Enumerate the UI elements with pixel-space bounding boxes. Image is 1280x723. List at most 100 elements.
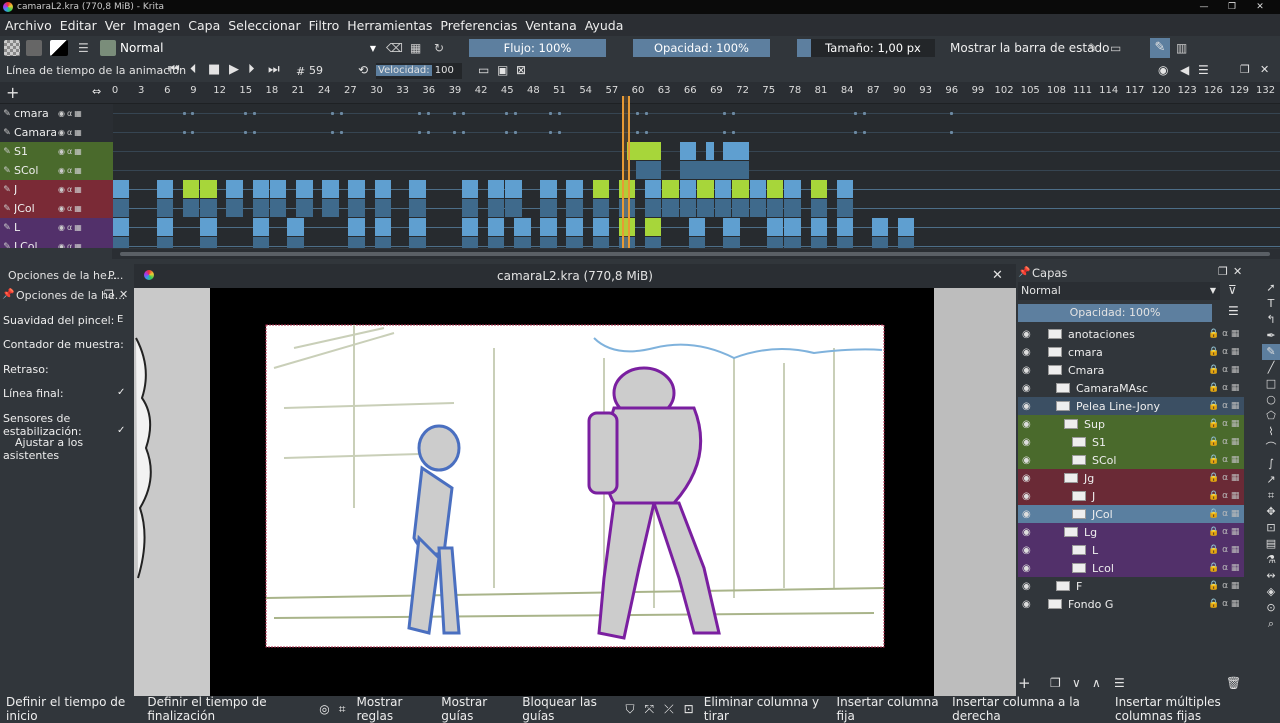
- loop-icon[interactable]: ⟲: [358, 63, 368, 77]
- tool-option-row[interactable]: Suavidad del pincel: E: [3, 314, 131, 327]
- alpha-lock-icon[interactable]: α: [67, 128, 72, 137]
- keyframe[interactable]: [679, 180, 697, 198]
- show-guides-button[interactable]: Mostrar guías: [441, 695, 510, 723]
- alpha-lock-icon[interactable]: α: [67, 242, 72, 248]
- snap-ortho-icon[interactable]: ⤧: [644, 702, 654, 717]
- timeline-scroll-thumb[interactable]: [120, 252, 1270, 256]
- keyframe[interactable]: [409, 237, 426, 248]
- menu-capa[interactable]: Capa: [188, 18, 220, 33]
- timeline-layer-row[interactable]: ✎ SCol ◉ α ▦: [0, 161, 113, 180]
- minimize-button[interactable]: —: [1190, 0, 1218, 14]
- keyframe[interactable]: [348, 218, 365, 236]
- playhead[interactable]: [622, 96, 630, 248]
- move-tool-icon[interactable]: ✥: [1262, 504, 1280, 520]
- keyframe[interactable]: [409, 218, 426, 236]
- visibility-icon[interactable]: ◉: [1022, 527, 1031, 538]
- close-window-button[interactable]: ✕: [1246, 0, 1274, 14]
- alpha-lock-icon[interactable]: α: [67, 204, 72, 213]
- visibility-icon[interactable]: ◉: [1022, 347, 1031, 358]
- keyframe[interactable]: [409, 180, 426, 198]
- keyframe[interactable]: [296, 199, 313, 217]
- pin-icon[interactable]: ✎: [0, 128, 14, 138]
- keyframe[interactable]: [487, 218, 505, 236]
- brush-mode-icon[interactable]: ✎: [1150, 38, 1170, 58]
- close-layers-icon[interactable]: ✕: [1233, 265, 1242, 278]
- layer-lock-alpha-icons[interactable]: 🔒 α ▦: [1208, 563, 1239, 573]
- onion-settings-icon[interactable]: ▣: [497, 63, 508, 77]
- snap-bbox-icon[interactable]: ⊡: [684, 702, 694, 716]
- tool-option-row[interactable]: Ajustar a los asistentes: [3, 436, 131, 462]
- visibility-icon[interactable]: ◉: [1022, 365, 1031, 376]
- visibility-icon[interactable]: ◉: [1022, 455, 1031, 466]
- keyframe[interactable]: [269, 199, 287, 217]
- layer-row[interactable]: ◉ S1 🔒 α ▦: [1018, 433, 1244, 451]
- onion-icon[interactable]: ▦: [74, 166, 82, 175]
- layer-properties-icon[interactable]: ☰: [1114, 676, 1125, 690]
- keyframe[interactable]: [200, 218, 217, 236]
- insert-multiple-hold-columns-button[interactable]: Insertar múltiples columnas fijas: [1115, 695, 1280, 723]
- keyframe[interactable]: [226, 199, 243, 217]
- close-icon[interactable]: ✕: [119, 288, 128, 301]
- volume-icon[interactable]: ◀: [1180, 63, 1189, 77]
- keyframe[interactable]: [156, 199, 174, 217]
- timeline-frames-grid[interactable]: [113, 104, 1280, 248]
- float-panel-icon[interactable]: ❐: [1240, 63, 1250, 76]
- pin-icon[interactable]: ✎: [0, 147, 14, 157]
- alpha-lock-icon[interactable]: α: [67, 223, 72, 232]
- menu-ventana[interactable]: Ventana: [525, 18, 576, 33]
- layer-row[interactable]: ◉ Sup 🔒 α ▦: [1018, 415, 1244, 433]
- keyframe[interactable]: [322, 180, 339, 198]
- dynamic-brush-icon[interactable]: ↗: [1262, 472, 1280, 488]
- menu-ver[interactable]: Ver: [105, 18, 125, 33]
- visibility-icon[interactable]: ◉: [58, 185, 65, 194]
- layer-lock-alpha-icons[interactable]: 🔒 α ▦: [1208, 383, 1239, 393]
- eraser-icon[interactable]: ⌫: [386, 40, 403, 56]
- keyframe[interactable]: [871, 218, 889, 236]
- keyframe[interactable]: [374, 218, 392, 236]
- keyframe[interactable]: [540, 199, 557, 217]
- visibility-icon[interactable]: ◉: [1022, 473, 1031, 484]
- artwork-canvas[interactable]: [134, 288, 1016, 696]
- keyframe[interactable]: [348, 237, 365, 248]
- keyframe[interactable]: [784, 218, 801, 236]
- keyframe[interactable]: [836, 199, 854, 217]
- rectangle-tool-icon[interactable]: □: [1262, 376, 1280, 392]
- keyframe[interactable]: [409, 199, 426, 217]
- keyframe[interactable]: [461, 199, 479, 217]
- size-slider[interactable]: Tamaño: 1,00 px: [811, 39, 935, 57]
- delete-layer-icon[interactable]: 🗑: [1226, 676, 1241, 690]
- keyframe[interactable]: [487, 237, 505, 248]
- onion-icon[interactable]: ▦: [74, 204, 82, 213]
- menu-seleccionar[interactable]: Seleccionar: [228, 18, 300, 33]
- keyframe[interactable]: [723, 218, 740, 236]
- visibility-icon[interactable]: ◉: [58, 242, 65, 248]
- onion-skin-icon[interactable]: ▭: [478, 63, 489, 77]
- keyframe[interactable]: [723, 142, 749, 160]
- keyframe[interactable]: [705, 142, 714, 160]
- visibility-icon[interactable]: ◉: [58, 109, 65, 118]
- edit-icon[interactable]: ✎: [1088, 40, 1098, 56]
- layer-opacity-slider[interactable]: Opacidad: 100%: [1018, 304, 1212, 322]
- keyframe[interactable]: [810, 180, 828, 198]
- layer-lock-alpha-icons[interactable]: 🔒 α ▦: [1208, 581, 1239, 591]
- keyframe[interactable]: [636, 161, 662, 179]
- keyframe[interactable]: [200, 180, 217, 198]
- visibility-icon[interactable]: ◉: [58, 147, 65, 156]
- keyframe[interactable]: [836, 180, 854, 198]
- layer-lock-alpha-icons[interactable]: 🔒 α ▦: [1208, 491, 1239, 501]
- show-rulers-button[interactable]: Mostrar reglas: [357, 695, 430, 723]
- keyframe[interactable]: [897, 237, 915, 248]
- layer-lock-alpha-icons[interactable]: 🔒 α ▦: [1208, 419, 1239, 429]
- keyframe[interactable]: [662, 199, 679, 217]
- keyframe[interactable]: [287, 237, 304, 248]
- tool-option-row[interactable]: Línea final: ✓: [3, 387, 131, 400]
- ellipse-tool-icon[interactable]: ○: [1262, 392, 1280, 408]
- alpha-lock-icon[interactable]: α: [67, 185, 72, 194]
- layer-row[interactable]: ◉ Fondo G 🔒 α ▦: [1018, 595, 1244, 613]
- layer-row[interactable]: ◉ Cmara 🔒 α ▦: [1018, 361, 1244, 379]
- pin-layers-icon[interactable]: 📌: [1018, 267, 1030, 278]
- prev-keyframe-icon[interactable]: ⏴: [190, 62, 197, 77]
- transform-tool-icon[interactable]: ⊡: [1262, 520, 1280, 536]
- tool-option-value[interactable]: E: [117, 314, 127, 325]
- timeline-menu-icon[interactable]: ☰: [1198, 63, 1209, 77]
